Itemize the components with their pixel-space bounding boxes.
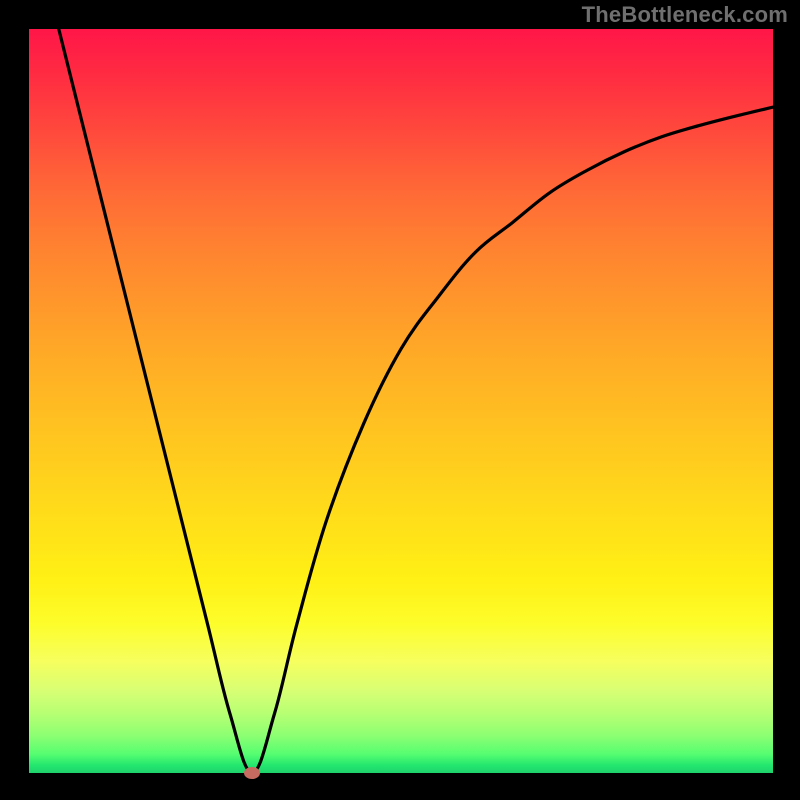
minimum-marker [244,767,260,779]
bottleneck-curve [29,29,773,773]
chart-frame: TheBottleneck.com [0,0,800,800]
watermark-text: TheBottleneck.com [582,2,788,28]
curve-path [59,29,773,773]
